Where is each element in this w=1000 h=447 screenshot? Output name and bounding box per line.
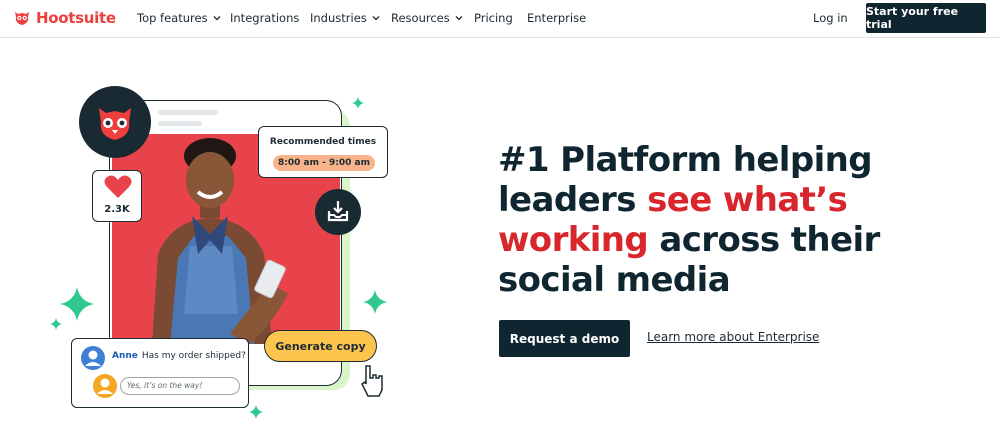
sparkle-icon (363, 290, 387, 314)
request-demo-button[interactable]: Request a demo (499, 320, 630, 357)
likes-card: 2.3K (92, 170, 142, 222)
avatar-icon (81, 346, 105, 370)
inbox-badge (315, 189, 361, 235)
brand-name: Hootsuite (36, 9, 116, 27)
nav-top-features-label: Top features (137, 11, 208, 25)
recommended-time-pill: 8:00 am - 9:00 am (273, 155, 375, 171)
login-link[interactable]: Log in (813, 11, 848, 25)
nav-pricing-label: Pricing (474, 11, 513, 25)
message-line: Anne Has my order shipped? (112, 351, 246, 361)
top-navigation: Hootsuite Top features Integrations Indu… (0, 0, 1000, 38)
nav-integrations[interactable]: Integrations (230, 11, 299, 25)
avatar-icon (93, 374, 117, 398)
sparkle-icon (50, 318, 62, 330)
nav-top-features[interactable]: Top features (137, 11, 221, 25)
chevron-down-icon (455, 16, 463, 21)
reply-field: Yes, it’s on the way! (120, 377, 240, 395)
message-thread-card: Anne Has my order shipped? Yes, it’s on t… (71, 338, 249, 408)
nav-integrations-label: Integrations (230, 11, 300, 25)
hero-headline: #1 Platform helping leaders see what’s w… (498, 140, 938, 300)
nav-resources-label: Resources (391, 11, 450, 25)
message-text: Has my order shipped? (141, 351, 246, 361)
likes-count: 2.3K (104, 204, 130, 215)
sparkle-icon (249, 405, 263, 419)
pointer-hand-icon (361, 365, 383, 397)
chevron-down-icon (213, 16, 221, 21)
owl-avatar-badge (79, 86, 151, 158)
nav-resources[interactable]: Resources (391, 11, 463, 25)
chevron-down-icon (372, 16, 380, 21)
heart-icon (104, 175, 132, 198)
inbox-icon (327, 201, 349, 222)
owl-logo-icon (99, 108, 131, 140)
phone-placeholder-line (158, 110, 218, 115)
generate-copy-button: Generate copy (264, 330, 377, 362)
nav-industries-label: Industries (310, 11, 367, 25)
brand-logo[interactable]: Hootsuite (12, 8, 116, 28)
nav-enterprise-label: Enterprise (527, 11, 587, 25)
nav-enterprise[interactable]: Enterprise (527, 11, 586, 25)
nav-pricing[interactable]: Pricing (474, 11, 513, 25)
owl-logo-icon (15, 12, 29, 25)
phone-placeholder-line (158, 121, 202, 126)
recommended-times-title: Recommended times (269, 137, 377, 147)
learn-more-enterprise-link[interactable]: Learn more about Enterprise (647, 330, 819, 344)
nav-industries[interactable]: Industries (310, 11, 380, 25)
sparkle-icon (60, 287, 94, 321)
start-free-trial-button[interactable]: Start your free trial (866, 3, 986, 33)
recommended-times-card: Recommended times 8:00 am - 9:00 am (258, 126, 388, 178)
sparkle-icon (352, 97, 364, 109)
message-author: Anne (112, 351, 138, 361)
